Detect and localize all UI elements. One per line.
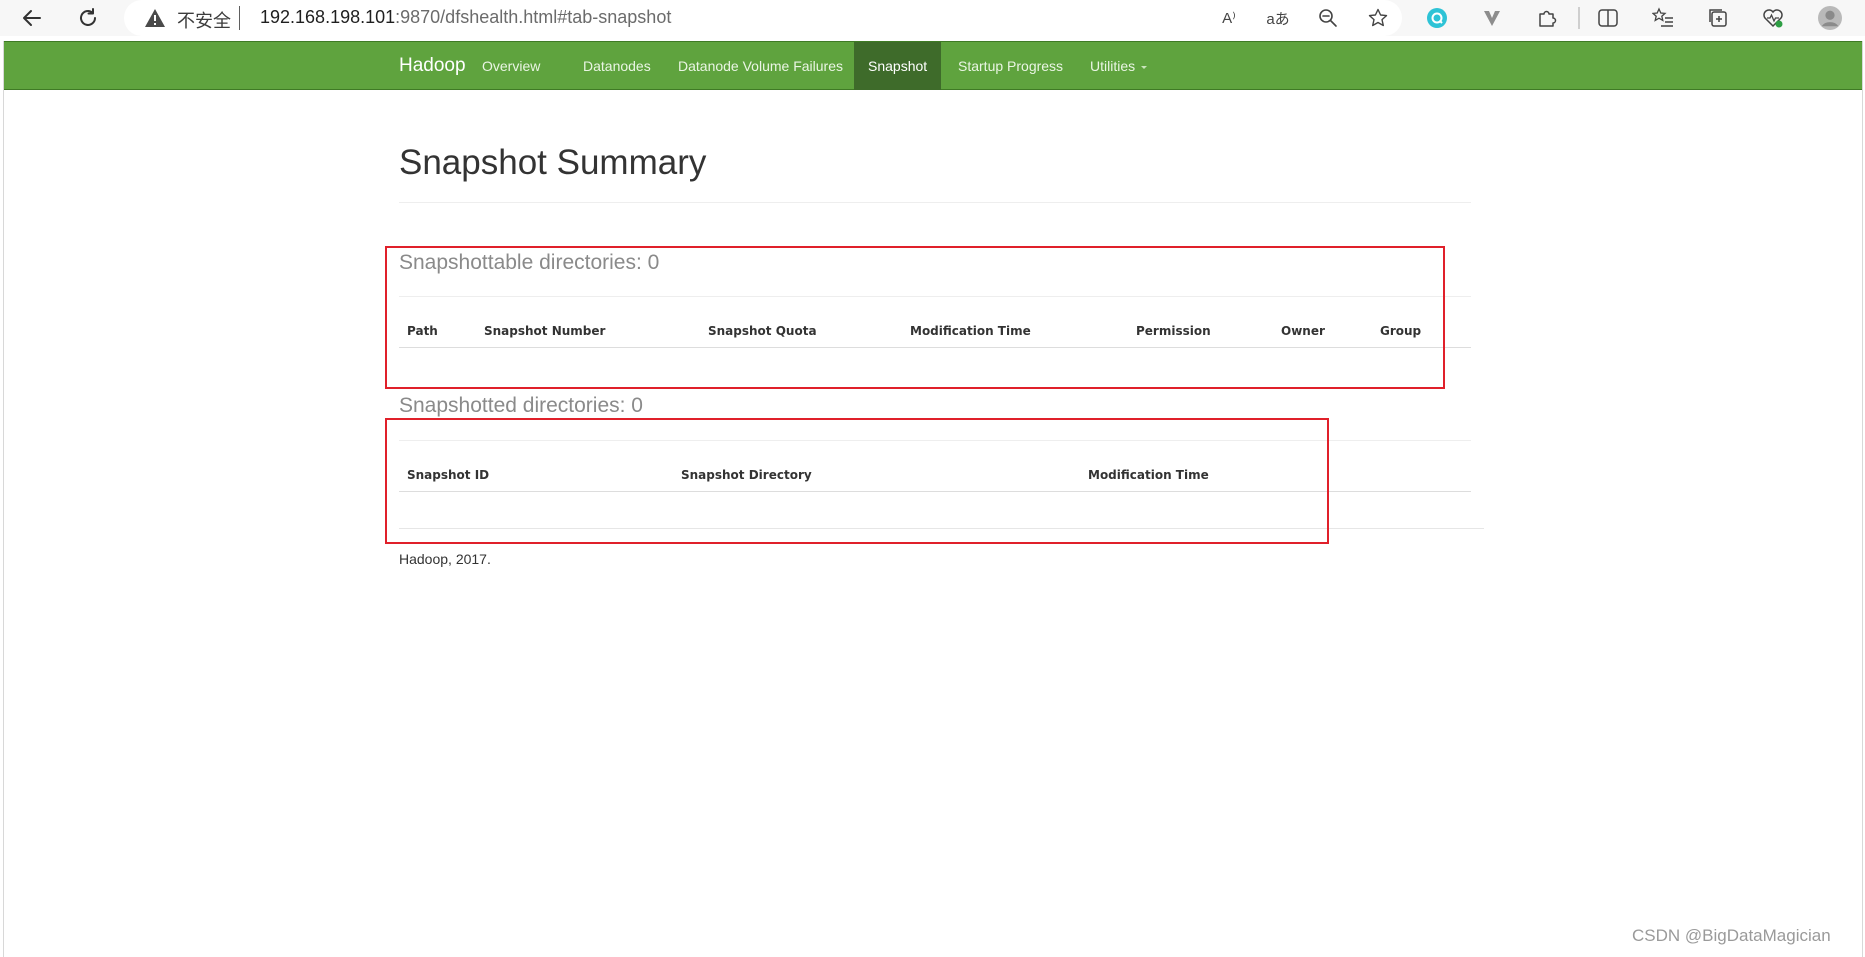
snapshotted-heading: Snapshotted directories: 0 <box>399 394 643 417</box>
extension-q-icon[interactable] <box>1425 6 1449 30</box>
footer-text: Hadoop, 2017. <box>399 551 491 567</box>
hadoop-navbar: Hadoop Overview Datanodes Datanode Volum… <box>4 41 1862 90</box>
warning-icon[interactable] <box>144 8 166 28</box>
toolbar-divider <box>1578 7 1580 29</box>
url-text[interactable]: 192.168.198.101:9870/dfshealth.html#tab-… <box>260 7 671 28</box>
back-arrow-icon <box>23 10 41 26</box>
extensions-puzzle-icon[interactable] <box>1535 6 1559 30</box>
nav-utilities-label: Utilities <box>1090 58 1136 74</box>
snapshotted-divider <box>399 440 1471 441</box>
split-screen-icon[interactable] <box>1596 6 1620 30</box>
col-owner[interactable]: Owner <box>1281 324 1325 338</box>
col-modification-time[interactable]: Modification Time <box>910 324 1031 338</box>
snapshottable-divider <box>399 296 1471 297</box>
collections-icon[interactable] <box>1706 6 1730 30</box>
url-path: :9870/dfshealth.html#tab-snapshot <box>395 7 672 27</box>
refresh-button[interactable] <box>74 4 102 32</box>
browser-essentials-icon[interactable] <box>1761 6 1785 30</box>
col-snapshot-directory[interactable]: Snapshot Directory <box>681 468 812 482</box>
col-path[interactable]: Path <box>407 324 438 338</box>
read-aloud-icon[interactable]: A⁾ <box>1217 6 1241 30</box>
browser-toolbar: 不安全 192.168.198.101:9870/dfshealth.html#… <box>0 0 1865 36</box>
col-group[interactable]: Group <box>1380 324 1421 338</box>
nav-overview[interactable]: Overview <box>468 42 554 90</box>
brand-link[interactable]: Hadoop <box>399 55 466 77</box>
watermark-text: CSDN @BigDataMagician <box>1632 926 1831 945</box>
nav-snapshot[interactable]: Snapshot <box>854 42 941 90</box>
caret-down-icon <box>1141 65 1148 69</box>
address-separator <box>239 6 240 30</box>
translate-icon[interactable]: aあ <box>1266 6 1290 30</box>
col-snapshot-modification-time[interactable]: Modification Time <box>1088 468 1209 482</box>
page-viewport: Hadoop Overview Datanodes Datanode Volum… <box>3 41 1863 957</box>
snapshottable-header-rule <box>399 347 1471 348</box>
nav-datanodes[interactable]: Datanodes <box>569 42 665 90</box>
nav-datanode-volume-failures[interactable]: Datanode Volume Failures <box>664 42 857 90</box>
nav-utilities[interactable]: Utilities <box>1076 42 1161 90</box>
page-title: Snapshot Summary <box>399 143 707 182</box>
nav-startup-progress[interactable]: Startup Progress <box>944 42 1077 90</box>
title-divider <box>399 202 1471 203</box>
footer-divider <box>399 528 1484 529</box>
address-bar[interactable]: 不安全 192.168.198.101:9870/dfshealth.html#… <box>124 0 1402 36</box>
favorites-list-icon[interactable] <box>1651 6 1675 30</box>
zoom-out-icon[interactable] <box>1316 6 1340 30</box>
col-snapshot-quota[interactable]: Snapshot Quota <box>708 324 817 338</box>
col-snapshot-id[interactable]: Snapshot ID <box>407 468 489 482</box>
extension-v-icon[interactable] <box>1480 6 1504 30</box>
back-button[interactable] <box>18 4 46 32</box>
col-snapshot-number[interactable]: Snapshot Number <box>484 324 605 338</box>
col-permission[interactable]: Permission <box>1136 324 1211 338</box>
profile-avatar-icon[interactable] <box>1818 6 1842 30</box>
favorite-star-icon[interactable] <box>1366 6 1390 30</box>
snapshottable-heading: Snapshottable directories: 0 <box>399 251 660 274</box>
insecure-label[interactable]: 不安全 <box>177 7 231 33</box>
url-host: 192.168.198.101 <box>260 7 396 27</box>
refresh-icon <box>80 8 96 26</box>
snapshotted-header-rule <box>399 491 1471 492</box>
